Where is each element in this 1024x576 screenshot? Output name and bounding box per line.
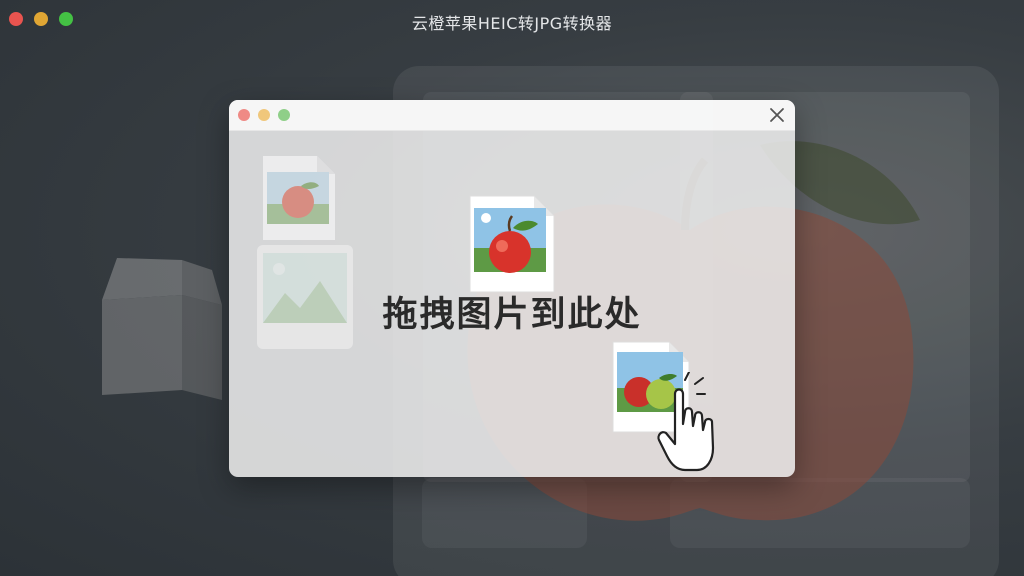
dialog-minimize-dot[interactable] xyxy=(258,109,270,121)
window-title: 云橙苹果HEIC转JPG转换器 xyxy=(411,14,613,33)
dialog-title-bar xyxy=(229,100,795,131)
drop-prompt-text: 拖拽图片到此处 xyxy=(382,295,642,335)
app-window: 云橙苹果HEIC转JPG转换器 拖拽图片到此处 xyxy=(0,0,1024,576)
apple-image-file-icon xyxy=(469,195,555,293)
dialog-zoom-dot[interactable] xyxy=(278,109,290,121)
drop-zone-dialog[interactable]: 拖拽图片到此处 xyxy=(229,100,795,477)
title-bar: 云橙苹果HEIC转JPG转换器 xyxy=(0,0,1024,38)
apple-image-file-icon xyxy=(263,156,335,240)
dialog-close-dot[interactable] xyxy=(238,109,250,121)
close-icon[interactable] xyxy=(767,105,787,125)
open-box-icon xyxy=(102,258,222,400)
hand-pointer-icon xyxy=(657,372,715,472)
